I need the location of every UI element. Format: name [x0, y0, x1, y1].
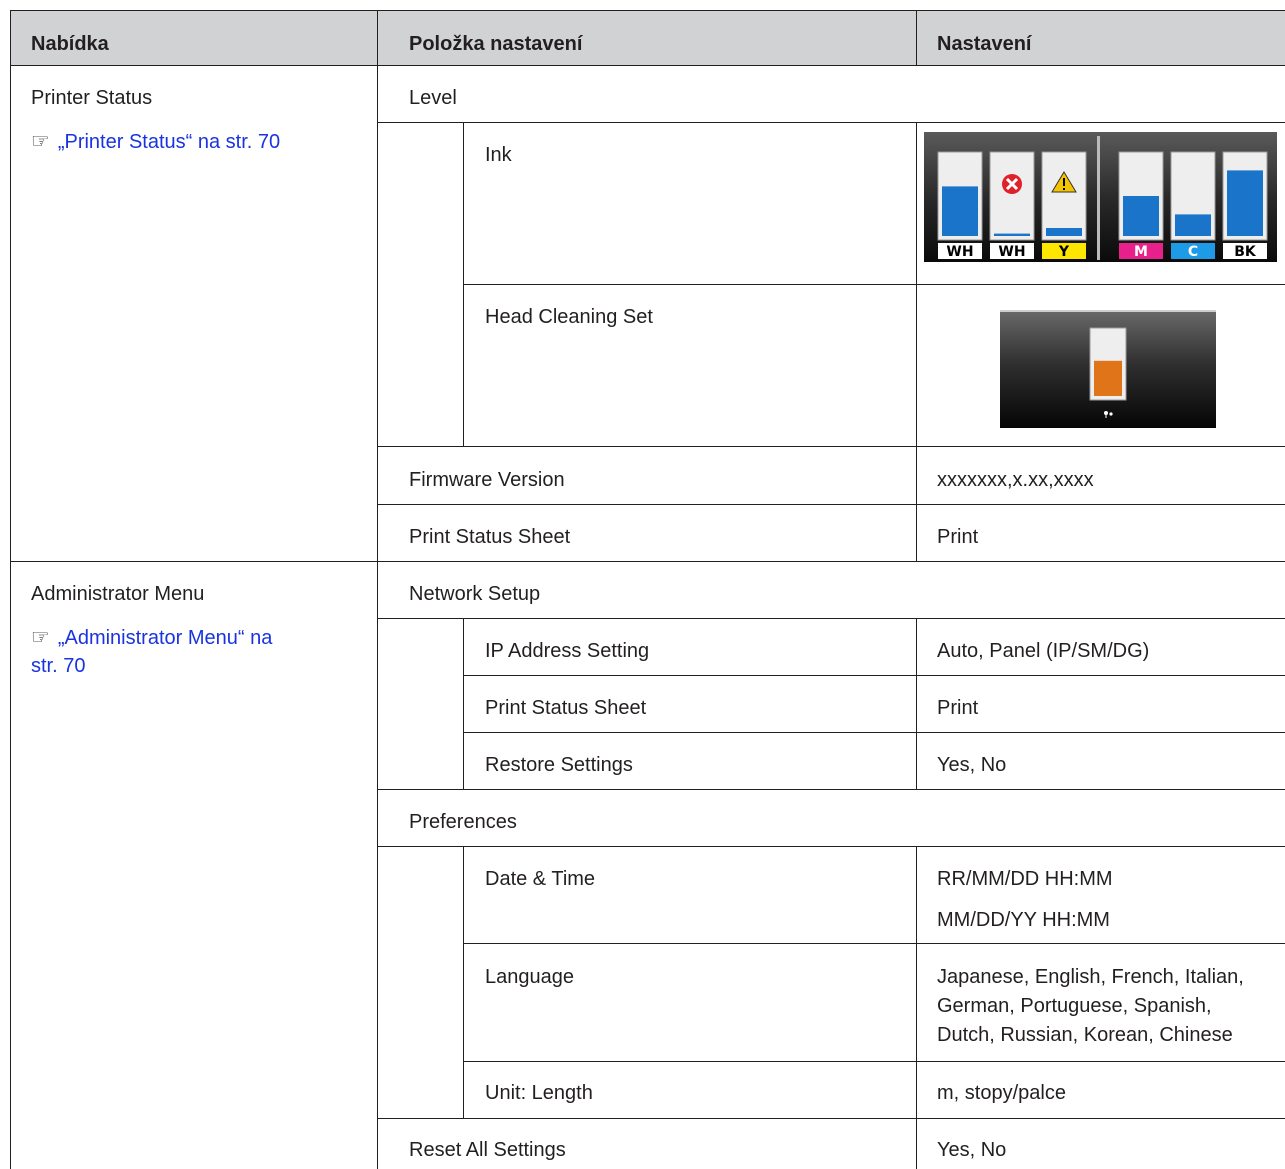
- warning-mark-dot: [1063, 188, 1065, 190]
- ink-level-bar-0: [942, 186, 978, 236]
- header-col-item: Položka nastavení: [409, 33, 583, 55]
- value-ip-address-setting: Auto, Panel (IP/SM/DG): [937, 640, 1150, 662]
- table-header: [10, 10, 1285, 66]
- ink-level-bar-3: [1123, 196, 1159, 236]
- ink-panel-divider: [1097, 136, 1100, 260]
- ink-levels-image: WH WH Y M C BK: [924, 132, 1277, 262]
- value-restore-settings: Yes, No: [937, 754, 1007, 776]
- value-admin-print-status-sheet: Print: [937, 697, 979, 719]
- item-print-status-sheet: Print Status Sheet: [409, 526, 571, 548]
- item-level: Level: [409, 87, 457, 109]
- ink-label-2: Y: [1058, 244, 1070, 260]
- ink-tank-wh-1: [989, 151, 1035, 241]
- item-language: Language: [485, 966, 574, 988]
- ink-label-4: C: [1188, 244, 1198, 260]
- ink-tank-y-2: [1041, 151, 1087, 241]
- value-language-line-2: German, Portuguese, Spanish,: [937, 995, 1212, 1017]
- pointing-hand-icon: ☞: [31, 130, 50, 153]
- value-language-line-3: Dutch, Russian, Korean, Chinese: [937, 1024, 1233, 1046]
- item-head-cleaning-set: Head Cleaning Set: [485, 306, 653, 328]
- ink-label-3: M: [1134, 244, 1148, 260]
- head-cleaning-level-image: [1000, 310, 1216, 428]
- administrator-link-text-1[interactable]: „Administrator Menu“ na: [58, 627, 273, 649]
- ink-level-bar-4: [1175, 214, 1211, 236]
- value-language-line-1: Japanese, English, French, Italian,: [937, 966, 1244, 988]
- administrator-menu-link[interactable]: ☞ „Administrator Menu“ na: [31, 623, 272, 653]
- ink-label-0: WH: [946, 244, 973, 260]
- header-col-setting: Nastavení: [937, 33, 1032, 55]
- maintenance-drop-small: [1109, 412, 1113, 416]
- ink-level-bar-1: [994, 233, 1030, 236]
- head-cleaning-level-bar: [1094, 360, 1122, 396]
- value-date-format-2: MM/DD/YY HH:MM: [937, 909, 1110, 931]
- menu-printer-status: Printer Status: [31, 87, 153, 109]
- item-unit-length: Unit: Length: [485, 1082, 593, 1104]
- value-reset-all-settings: Yes, No: [937, 1139, 1007, 1161]
- ink-label-5: BK: [1234, 244, 1257, 260]
- value-print-status-sheet: Print: [937, 526, 979, 548]
- printer-status-link-text[interactable]: „Printer Status“ na str. 70: [58, 131, 280, 153]
- ink-level-bar-5: [1227, 170, 1263, 236]
- pointing-hand-icon: ☞: [31, 626, 50, 649]
- item-ip-address-setting: IP Address Setting: [485, 640, 650, 662]
- ink-label-1: WH: [998, 244, 1025, 260]
- warning-mark-line: [1063, 178, 1065, 186]
- item-network-setup: Network Setup: [409, 583, 541, 605]
- head-cleaning-panel-top-edge: [1000, 310, 1216, 312]
- ink-level-bar-2: [1046, 228, 1082, 236]
- value-firmware-version: xxxxxxx,x.xx,xxxx: [937, 469, 1094, 491]
- printer-status-link[interactable]: ☞ „Printer Status“ na str. 70: [31, 127, 280, 157]
- value-unit-length: m, stopy/palce: [937, 1082, 1066, 1104]
- item-reset-all-settings: Reset All Settings: [409, 1139, 566, 1161]
- value-date-format-1: RR/MM/DD HH:MM: [937, 868, 1113, 890]
- item-firmware-version: Firmware Version: [409, 469, 565, 491]
- menu-administrator: Administrator Menu: [31, 583, 205, 605]
- item-admin-print-status-sheet: Print Status Sheet: [485, 697, 647, 719]
- item-preferences: Preferences: [409, 811, 517, 833]
- item-date-time: Date & Time: [485, 868, 596, 890]
- item-restore-settings: Restore Settings: [485, 754, 633, 776]
- maintenance-stem: [1105, 413, 1107, 418]
- header-col-menu: Nabídka: [31, 33, 109, 55]
- administrator-link-text-2[interactable]: str. 70: [31, 652, 85, 681]
- item-ink: Ink: [485, 144, 512, 166]
- menu-settings-table: Nabídka Položka nastavení Nastavení Prin…: [10, 10, 1285, 1169]
